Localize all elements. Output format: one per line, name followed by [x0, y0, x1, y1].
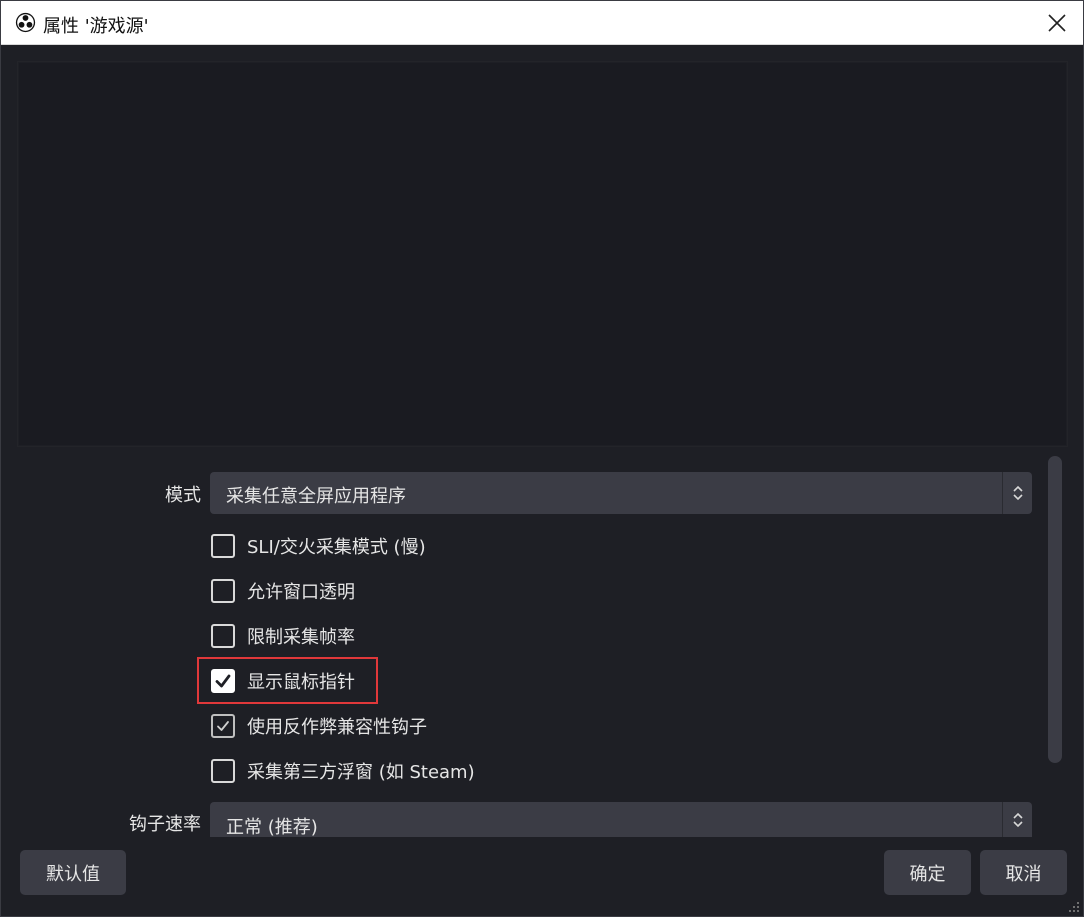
defaults-button[interactable]: 默认值 [20, 850, 126, 895]
checkbox-box[interactable] [211, 534, 235, 558]
ok-button[interactable]: 确定 [884, 850, 971, 895]
checkbox-sli-crossfire[interactable]: SLI/交火采集模式 (慢) [211, 533, 426, 559]
checkbox-label: 限制采集帧率 [247, 627, 355, 648]
mode-label: 模式 [165, 485, 201, 506]
checkbox-box[interactable] [211, 759, 235, 783]
checkbox-label: 采集第三方浮窗 (如 Steam) [247, 762, 475, 783]
window-title: 属性 '游戏源' [43, 16, 149, 37]
checkbox-allow-transparency[interactable]: 允许窗口透明 [211, 578, 355, 604]
checkbox-label: 显示鼠标指针 [247, 672, 355, 693]
checkbox-capture-cursor[interactable]: 显示鼠标指针 [211, 668, 355, 694]
checkbox-box[interactable] [211, 624, 235, 648]
close-icon [1048, 14, 1066, 32]
checkbox-label: 使用反作弊兼容性钩子 [247, 717, 427, 738]
checkbox-anticheat-hook[interactable]: 使用反作弊兼容性钩子 [211, 713, 427, 739]
checkbox-limit-framerate[interactable]: 限制采集帧率 [211, 623, 355, 649]
resize-grip-icon[interactable] [1068, 901, 1080, 913]
checkbox-label: SLI/交火采集模式 (慢) [247, 537, 426, 558]
checkmark-icon [215, 674, 231, 688]
hook-rate-select[interactable]: 正常 (推荐) [210, 802, 1032, 838]
close-button[interactable] [1041, 7, 1073, 39]
title-bar[interactable]: 属性 '游戏源' [1, 1, 1083, 45]
updown-arrows-icon [1002, 802, 1032, 837]
hook-rate-select-value: 正常 (推荐) [226, 817, 318, 838]
source-preview [19, 63, 1066, 445]
cancel-button[interactable]: 取消 [980, 850, 1067, 895]
checkbox-capture-overlays[interactable]: 采集第三方浮窗 (如 Steam) [211, 758, 475, 784]
checkbox-box[interactable] [211, 579, 235, 603]
mode-select[interactable]: 采集任意全屏应用程序 [210, 472, 1032, 514]
checkbox-box[interactable] [211, 714, 235, 738]
checkbox-label: 允许窗口透明 [247, 582, 355, 603]
hook-rate-label: 钩子速率 [129, 814, 201, 835]
checkmark-icon [217, 721, 229, 731]
scrollbar[interactable] [1048, 456, 1062, 763]
properties-dialog: 属性 '游戏源' 模式 采集任意全屏应用程序 SLI/交火采集模式 (慢) 允许… [0, 0, 1084, 917]
updown-arrows-icon [1002, 472, 1032, 514]
obs-logo-icon [15, 12, 36, 33]
checkbox-box[interactable] [211, 669, 235, 693]
mode-select-value: 采集任意全屏应用程序 [226, 486, 406, 507]
